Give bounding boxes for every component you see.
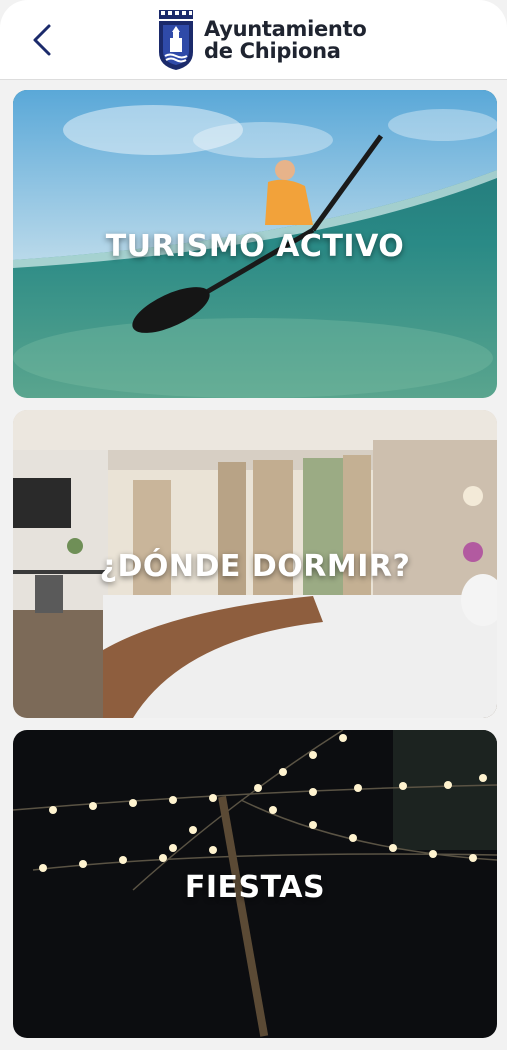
card-title: ¿DÓNDE DORMIR? [99,549,411,584]
chevron-left-icon [33,24,51,56]
card-turismo-activo[interactable]: TURISMO ACTIVO [13,90,497,398]
logo-line-2: de Chipiona [204,39,341,63]
category-list: TURISMO ACTIVO ¿DÓNDE DORMIR? FIESTAS [13,90,497,1050]
card-donde-dormir[interactable]: ¿DÓNDE DORMIR? [13,410,497,718]
logo: Ayuntamiento de Chipiona [156,8,367,72]
coat-of-arms-icon [159,10,193,70]
card-title: TURISMO ACTIVO [105,229,405,264]
back-button[interactable] [22,18,62,62]
app-header: Ayuntamiento de Chipiona [0,0,507,80]
card-fiestas[interactable]: FIESTAS [13,730,497,1038]
logo-line-1: Ayuntamiento [204,17,367,41]
logo-text: Ayuntamiento de Chipiona [204,17,367,63]
